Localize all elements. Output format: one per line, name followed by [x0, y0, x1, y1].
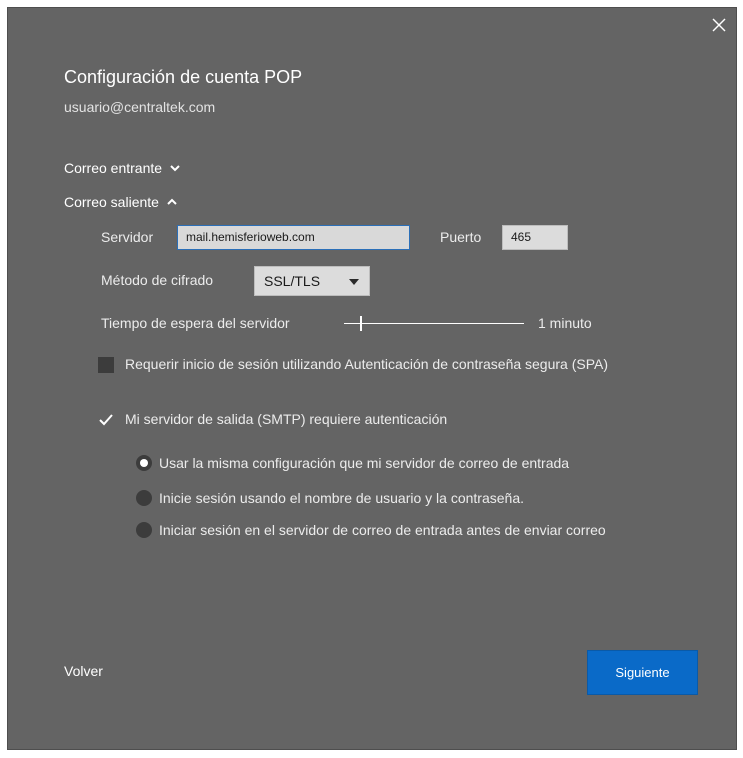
outgoing-mail-label: Correo saliente — [64, 194, 159, 210]
port-input[interactable]: 465 — [502, 225, 568, 250]
auth-option-username-password[interactable]: Inicie sesión usando el nombre de usuari… — [136, 490, 524, 506]
auth-option-label: Inicie sesión usando el nombre de usuari… — [159, 490, 524, 506]
dialog-title: Configuración de cuenta POP — [64, 67, 303, 87]
timeout-value: 1 minuto — [538, 315, 592, 331]
encryption-select[interactable]: SSL/TLS — [254, 266, 370, 296]
timeout-label: Tiempo de espera del servidor — [101, 315, 290, 331]
auth-option-label: Iniciar sesión en el servidor de correo … — [159, 522, 606, 538]
incoming-mail-label: Correo entrante — [64, 160, 163, 176]
slider-track — [344, 323, 524, 324]
port-label: Puerto — [440, 229, 482, 245]
pop-account-settings-dialog: Configuración de cuenta POP usuario@cent… — [7, 7, 737, 750]
server-label: Servidor — [101, 229, 154, 245]
auth-option-radio[interactable] — [136, 522, 152, 538]
close-button[interactable] — [708, 14, 730, 36]
dropdown-caret-icon — [349, 279, 359, 285]
back-button[interactable]: Volver — [64, 663, 103, 679]
server-input[interactable]: mail.hemisferioweb.com — [177, 225, 410, 250]
encryption-label: Método de cifrado — [101, 272, 214, 288]
slider-thumb[interactable] — [360, 316, 362, 331]
smtp-auth-checkbox-row[interactable]: Mi servidor de salida (SMTP) requiere au… — [98, 410, 447, 429]
auth-option-same-settings[interactable]: Usar la misma configuración que mi servi… — [136, 455, 569, 471]
incoming-mail-toggle[interactable]: Correo entrante — [64, 160, 181, 176]
auth-option-radio[interactable] — [136, 455, 152, 471]
smtp-auth-checkbox[interactable] — [98, 412, 114, 428]
account-email: usuario@centraltek.com — [64, 99, 216, 115]
outgoing-mail-toggle[interactable]: Correo saliente — [64, 194, 178, 210]
close-icon — [712, 18, 726, 32]
encryption-value: SSL/TLS — [264, 273, 321, 289]
smtp-auth-label: Mi servidor de salida (SMTP) requiere au… — [125, 411, 448, 427]
chevron-down-icon — [169, 162, 181, 174]
spa-label: Requerir inicio de sesión utilizando Aut… — [125, 356, 609, 372]
timeout-slider[interactable] — [344, 316, 524, 332]
auth-option-label: Usar la misma configuración que mi servi… — [159, 455, 570, 471]
auth-option-radio[interactable] — [136, 490, 152, 506]
spa-checkbox-row[interactable]: Requerir inicio de sesión utilizando Aut… — [98, 355, 678, 374]
spa-checkbox[interactable] — [98, 357, 114, 373]
next-button[interactable]: Siguiente — [587, 650, 698, 695]
checkmark-icon — [99, 414, 113, 426]
auth-option-login-before-send[interactable]: Iniciar sesión en el servidor de correo … — [136, 522, 606, 538]
chevron-up-icon — [166, 196, 178, 208]
